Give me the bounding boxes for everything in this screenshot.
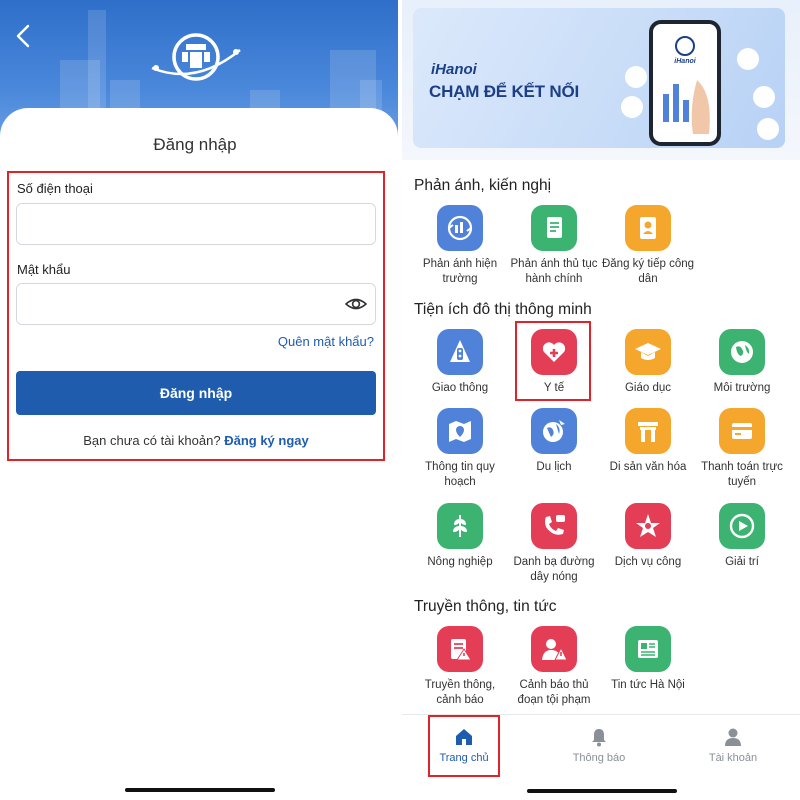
tile-online-payment[interactable]: Thanh toán trực tuyến	[694, 408, 790, 490]
login-screen: Đăng nhập Số điện thoại Mật khẩu Quên mậ…	[0, 0, 398, 800]
tile-label: Du lịch	[536, 461, 572, 473]
phone-field-box	[16, 203, 376, 245]
phone-brand: iHanoi	[674, 58, 696, 65]
phone-label: Số điện thoại	[17, 181, 93, 196]
login-form: Số điện thoại Mật khẩu Quên mật khẩu? Đă…	[7, 171, 385, 461]
tile-label: Phản ánh hiện trường	[422, 258, 498, 285]
back-arrow-icon[interactable]	[12, 22, 36, 50]
password-field-box	[16, 283, 376, 325]
tile-media-alert[interactable]: Truyền thông, cảnh báo	[412, 626, 508, 708]
tile-report-scene[interactable]: Phản ánh hiện trường	[412, 205, 508, 287]
tile-label: Dịch vụ công	[614, 556, 682, 568]
banner-brand: iHanoi	[431, 61, 477, 78]
traffic-light-icon	[437, 329, 483, 375]
tile-planning-info[interactable]: Thông tin quy hoạch	[412, 408, 508, 490]
tile-traffic[interactable]: Giao thông	[412, 329, 508, 396]
login-button[interactable]: Đăng nhập	[16, 371, 376, 415]
password-input[interactable]	[17, 284, 375, 324]
tile-public-service[interactable]: Dịch vụ công	[600, 503, 696, 570]
tile-label: Thanh toán trực tuyến	[701, 461, 783, 488]
tile-label: Giải trí	[725, 556, 759, 568]
tile-environment[interactable]: Môi trường	[694, 329, 790, 396]
nav-label: Thông báo	[572, 752, 626, 764]
document-icon	[531, 205, 577, 251]
phone-input[interactable]	[17, 204, 375, 244]
tile-health[interactable]: Y tế	[506, 329, 602, 396]
tile-label: Tin tức Hà Nội	[611, 679, 685, 691]
tile-label: Đăng ký tiếp công dân	[601, 258, 695, 285]
tile-label: Truyền thông, cảnh báo	[424, 679, 496, 706]
tile-label: Môi trường	[713, 382, 771, 394]
section-title-smart-city: Tiện ích đô thị thông minh	[414, 301, 592, 318]
public-service-icon	[625, 503, 671, 549]
tile-label: Di sản văn hóa	[609, 461, 687, 473]
hanoi-logo-icon	[151, 33, 241, 81]
tile-heritage[interactable]: Di sản văn hóa	[600, 408, 696, 475]
tile-label: Giao thông	[431, 382, 489, 394]
tile-label: Giáo dục	[624, 382, 672, 394]
banner-slogan: CHẠM ĐỂ KẾT NỐI	[429, 82, 580, 101]
nav-tab-account[interactable]: Tài khoản	[683, 727, 783, 764]
promo-banner[interactable]: iHanoi CHẠM ĐỂ KẾT NỐI iHanoi	[413, 8, 785, 148]
no-account-text: Bạn chưa có tài khoản?	[83, 433, 221, 448]
section-title-feedback: Phản ánh, kiến nghị	[414, 177, 552, 194]
bottom-nav: Trang chủ Thông báo Tài khoản	[402, 714, 800, 800]
travel-globe-icon	[531, 408, 577, 454]
tile-label: Phản ánh thủ tục hành chính	[510, 258, 598, 285]
crime-warning-icon	[531, 626, 577, 672]
home-indicator	[125, 788, 275, 792]
password-label: Mật khẩu	[17, 262, 71, 277]
home-icon	[456, 729, 472, 745]
report-scene-icon	[437, 205, 483, 251]
tile-admin-procedure[interactable]: Phản ánh thủ tục hành chính	[506, 205, 602, 287]
signup-row: Bạn chưa có tài khoản? Đăng ký ngay	[9, 433, 383, 448]
map-pin-icon	[437, 408, 483, 454]
tile-entertainment[interactable]: Giải trí	[694, 503, 790, 570]
forgot-password-link[interactable]: Quên mật khẩu?	[278, 334, 374, 349]
user-icon	[725, 728, 741, 746]
tile-citizen-register[interactable]: Đăng ký tiếp công dân	[600, 205, 696, 287]
tile-label: Y tế	[543, 382, 565, 394]
nav-label: Trang chủ	[439, 752, 489, 764]
play-icon	[719, 503, 765, 549]
news-icon	[625, 626, 671, 672]
section-title-news: Truyền thông, tin tức	[414, 598, 557, 615]
hotline-phone-icon	[531, 503, 577, 549]
eye-icon[interactable]	[345, 295, 367, 313]
health-heart-icon	[531, 329, 577, 375]
tile-tourism[interactable]: Du lịch	[506, 408, 602, 475]
bell-icon	[592, 729, 606, 747]
nav-tab-home[interactable]: Trang chủ	[414, 727, 514, 764]
payment-card-icon	[719, 408, 765, 454]
signup-link[interactable]: Đăng ký ngay	[224, 433, 309, 448]
tile-label: Nông nghiệp	[427, 556, 493, 568]
home-indicator	[527, 789, 677, 793]
tile-label: Thông tin quy hoạch	[425, 461, 495, 488]
heritage-gate-icon	[625, 408, 671, 454]
tile-label: Danh bạ đường dây nóng	[513, 556, 595, 583]
nav-label: Tài khoản	[708, 752, 758, 764]
tile-label: Cảnh báo thủ đoạn tội phạm	[517, 679, 591, 706]
login-title: Đăng nhập	[153, 135, 237, 154]
globe-leaf-icon	[719, 329, 765, 375]
tile-hotline[interactable]: Danh bạ đường dây nóng	[506, 503, 602, 585]
tile-agriculture[interactable]: Nông nghiệp	[412, 503, 508, 570]
home-screen: iHanoi CHẠM ĐỂ KẾT NỐI iHanoi Phản ánh, …	[402, 0, 800, 800]
banner-area: iHanoi CHẠM ĐỂ KẾT NỐI iHanoi	[402, 0, 800, 160]
banner-phone-image: iHanoi	[649, 20, 721, 146]
tile-hanoi-news[interactable]: Tin tức Hà Nội	[600, 626, 696, 693]
citizen-card-icon	[625, 205, 671, 251]
tile-crime-warning[interactable]: Cảnh báo thủ đoạn tội phạm	[506, 626, 602, 708]
tile-education[interactable]: Giáo dục	[600, 329, 696, 396]
agriculture-icon	[437, 503, 483, 549]
nav-tab-notifications[interactable]: Thông báo	[549, 727, 649, 764]
media-alert-icon	[437, 626, 483, 672]
graduation-cap-icon	[625, 329, 671, 375]
